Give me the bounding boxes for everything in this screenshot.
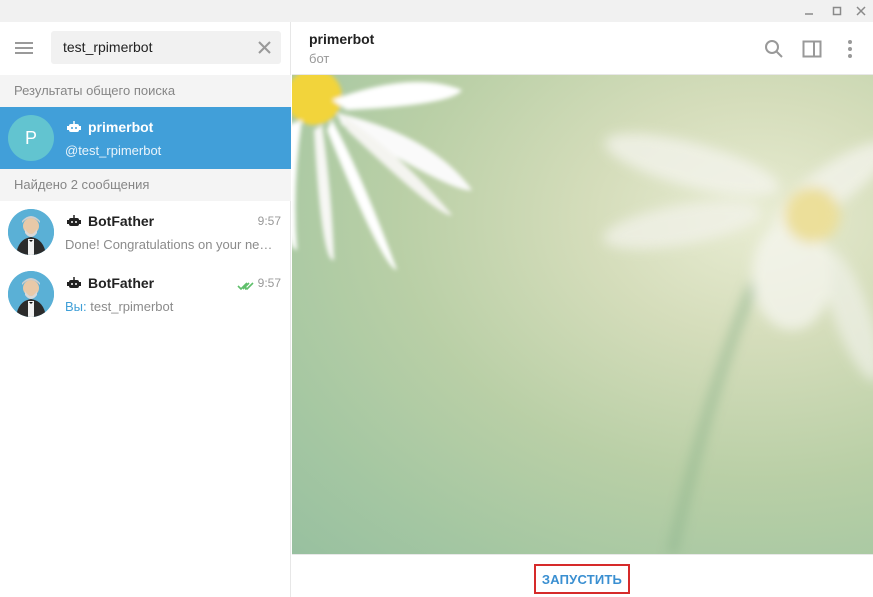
- search-icon[interactable]: [762, 37, 786, 61]
- chat-bottom-bar: ЗАПУСТИТЬ: [292, 554, 873, 597]
- search-input-value: test_rpimerbot: [63, 39, 153, 55]
- bot-icon: [66, 120, 82, 139]
- message-preview: Done! Congratulations on your new bot. Y…: [65, 237, 281, 252]
- double-check-icon: [237, 278, 255, 296]
- search-input[interactable]: test_rpimerbot: [51, 31, 281, 64]
- close-icon[interactable]: [849, 0, 873, 22]
- chat-panel: primerbot бот ЗАПУСТИТЬ: [292, 22, 873, 597]
- avatar: P: [8, 115, 54, 161]
- message-result-item[interactable]: BotFather 9:57 Done! Congratulations on …: [0, 201, 291, 263]
- message-sender-name: BotFather: [88, 275, 155, 291]
- global-result-name: primerbot: [88, 119, 154, 135]
- chat-status: бот: [309, 51, 330, 66]
- botfather-avatar: [8, 271, 54, 317]
- global-result-username: @test_rpimerbot: [65, 143, 162, 158]
- clear-search-icon[interactable]: [256, 39, 273, 56]
- bot-icon: [66, 214, 82, 233]
- message-prefix-you: Вы:: [65, 299, 87, 314]
- message-sender-name: BotFather: [88, 213, 155, 229]
- message-time: 9:57: [257, 276, 281, 290]
- global-results-header: Результаты общего поиска: [0, 75, 291, 107]
- message-result-item[interactable]: BotFather 9:57 Вы: test_rpimerbot: [0, 263, 291, 325]
- message-preview-text: test_rpimerbot: [90, 299, 174, 314]
- side-panel-icon[interactable]: [800, 37, 824, 61]
- message-preview: Вы: test_rpimerbot: [65, 299, 281, 314]
- minimize-icon[interactable]: [797, 0, 821, 22]
- start-bot-button[interactable]: ЗАПУСТИТЬ: [534, 564, 630, 594]
- more-vertical-icon[interactable]: [838, 37, 862, 61]
- window-titlebar: [0, 0, 873, 22]
- chat-header: primerbot бот: [292, 22, 873, 75]
- chat-title[interactable]: primerbot: [309, 31, 374, 47]
- global-result-item[interactable]: P primerbot @test_rpimerbot: [0, 107, 291, 169]
- chat-background-image: [292, 75, 873, 554]
- botfather-avatar: [8, 209, 54, 255]
- maximize-icon[interactable]: [825, 0, 849, 22]
- bot-icon: [66, 276, 82, 295]
- search-row: test_rpimerbot: [0, 22, 291, 74]
- sidebar: test_rpimerbot Результаты общего поиска …: [0, 22, 291, 597]
- message-time: 9:57: [257, 214, 281, 228]
- messages-found-header: Найдено 2 сообщения: [0, 169, 291, 201]
- hamburger-menu-icon[interactable]: [12, 36, 36, 60]
